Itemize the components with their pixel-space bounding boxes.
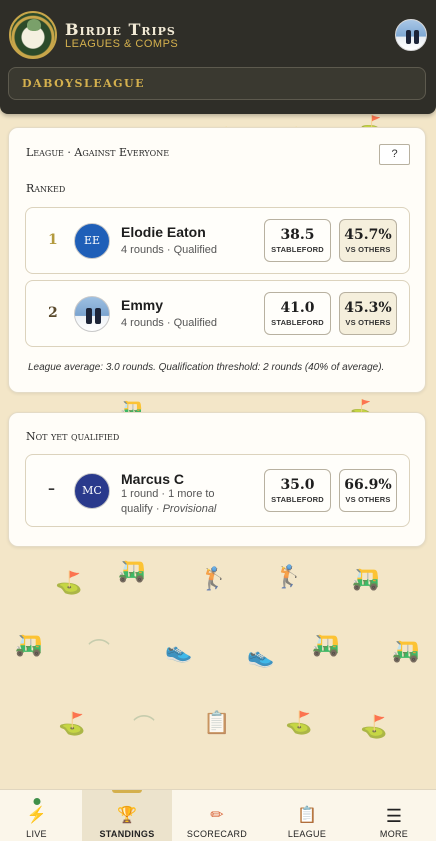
- stableford-stat: 35.0 STABLEFORD: [264, 469, 331, 512]
- active-tab-indicator: [112, 790, 142, 793]
- standings-ranked-card: League · Against Everyone ? Ranked 1 EE …: [8, 127, 426, 393]
- golf-cart-icon: 🛺: [352, 566, 380, 591]
- nav-standings[interactable]: 🏆 STANDINGS: [82, 790, 172, 841]
- provisional-status: Provisional: [162, 503, 217, 515]
- nav-live[interactable]: ⚡ LIVE: [0, 790, 73, 841]
- lightning-icon: ⚡: [26, 807, 47, 824]
- golf-bag-icon: ⛳: [55, 570, 83, 595]
- stableford-label: STABLEFORD: [271, 318, 324, 327]
- brand-subtitle: Leagues & Comps: [65, 38, 179, 50]
- stableford-value: 41.0: [280, 300, 315, 316]
- player-subtitle: 1 round · 1 more to qualify · Provisiona…: [121, 487, 241, 517]
- standings-not-qualified-card: Not yet qualified – MC Marcus C 1 round …: [8, 412, 426, 547]
- player-name: Emmy: [121, 297, 164, 313]
- nav-more[interactable]: ☰ MORE: [352, 790, 436, 841]
- player-subtitle: 4 rounds · Qualified: [121, 317, 217, 329]
- club-head-icon: ⛳: [58, 711, 86, 736]
- nav-league[interactable]: 📋 LEAGUE: [262, 790, 352, 841]
- vs-others-stat: 66.9% VS OTHERS: [339, 469, 397, 512]
- player-subtitle: 4 rounds · Qualified: [121, 244, 217, 256]
- nav-more-label: MORE: [379, 829, 409, 839]
- brand-title: Birdie Trips: [65, 20, 176, 39]
- golf-shoe-icon: 👟: [165, 638, 193, 663]
- nav-standings-label: STANDINGS: [99, 829, 155, 839]
- not-qualified-section-label: Not yet qualified: [26, 430, 120, 443]
- standings-row[interactable]: 2 Emmy 4 rounds · Qualified 41.0 STABLEF…: [25, 280, 410, 347]
- help-button[interactable]: ?: [379, 144, 410, 165]
- player-avatar: MC: [74, 473, 110, 509]
- visor-icon: ⌒: [133, 714, 156, 739]
- flag-icon: ⛳: [285, 710, 313, 735]
- scorecard-icon: 📋: [203, 710, 231, 735]
- standings-row[interactable]: 1 EE Elodie Eaton 4 rounds · Qualified 3…: [25, 207, 410, 274]
- bottom-nav: ⚡ LIVE 🏆 STANDINGS ✏ SCORECARD 📋 LEAGUE …: [0, 789, 436, 841]
- golf-cart-icon: 🛺: [312, 632, 340, 657]
- golf-cart-icon: 🛺: [15, 632, 43, 657]
- standings-row[interactable]: – MC Marcus C 1 round · 1 more to qualif…: [25, 454, 410, 527]
- live-indicator-dot: [33, 798, 40, 805]
- vs-others-label: VS OTHERS: [345, 495, 391, 504]
- player-name: Elodie Eaton: [121, 224, 206, 240]
- vs-others-value: 45.7%: [344, 227, 392, 243]
- qualification-footnote: League average: 3.0 rounds. Qualificatio…: [28, 362, 385, 373]
- golfer-icon: 🏌: [200, 566, 228, 591]
- nav-league-label: LEAGUE: [287, 829, 327, 839]
- vs-others-value: 45.3%: [344, 300, 392, 316]
- stableford-stat: 41.0 STABLEFORD: [264, 292, 331, 335]
- golf-shoe-icon: 👟: [247, 643, 275, 668]
- vs-others-stat: 45.3% VS OTHERS: [339, 292, 397, 335]
- menu-icon: ☰: [385, 806, 403, 826]
- birdie-trips-logo[interactable]: [9, 11, 57, 59]
- stableford-value: 35.0: [280, 477, 315, 493]
- nav-scorecard-label: SCORECARD: [186, 829, 248, 839]
- standings-card-title: League · Against Everyone: [26, 146, 170, 159]
- rank-number: 2: [48, 305, 58, 321]
- golf-cart-icon: 🛺: [392, 638, 420, 663]
- golfer-icon: 🏌: [275, 564, 303, 589]
- stableford-stat: 38.5 STABLEFORD: [264, 219, 331, 262]
- stableford-label: STABLEFORD: [271, 495, 324, 504]
- nav-scorecard[interactable]: ✏ SCORECARD: [172, 790, 262, 841]
- visor-icon: ⌒: [88, 638, 111, 663]
- vs-others-value: 66.9%: [344, 477, 392, 493]
- vs-others-label: VS OTHERS: [345, 245, 391, 254]
- vs-others-stat: 45.7% VS OTHERS: [339, 219, 397, 262]
- golf-cart-icon: 🛺: [118, 558, 146, 583]
- stableford-label: STABLEFORD: [271, 245, 324, 254]
- stableford-value: 38.5: [280, 227, 315, 243]
- app-header: Birdie Trips Leagues & Comps DABOYSLEAGU…: [0, 0, 436, 114]
- league-selector[interactable]: DABOYSLEAGUE: [8, 67, 426, 100]
- user-avatar[interactable]: [395, 19, 427, 51]
- trophy-icon: 🏆: [117, 807, 137, 824]
- pencil-icon: ✏: [210, 807, 224, 824]
- ranked-section-label: Ranked: [26, 182, 66, 195]
- player-avatar: [74, 296, 110, 332]
- rank-number: –: [48, 481, 55, 497]
- clipboard-icon: 📋: [297, 807, 317, 824]
- golf-bag-icon: ⛳: [360, 714, 388, 739]
- player-avatar: EE: [74, 223, 110, 259]
- vs-others-label: VS OTHERS: [345, 318, 391, 327]
- rank-number: 1: [48, 232, 58, 248]
- nav-live-label: LIVE: [26, 829, 47, 839]
- player-name: Marcus C: [121, 471, 185, 487]
